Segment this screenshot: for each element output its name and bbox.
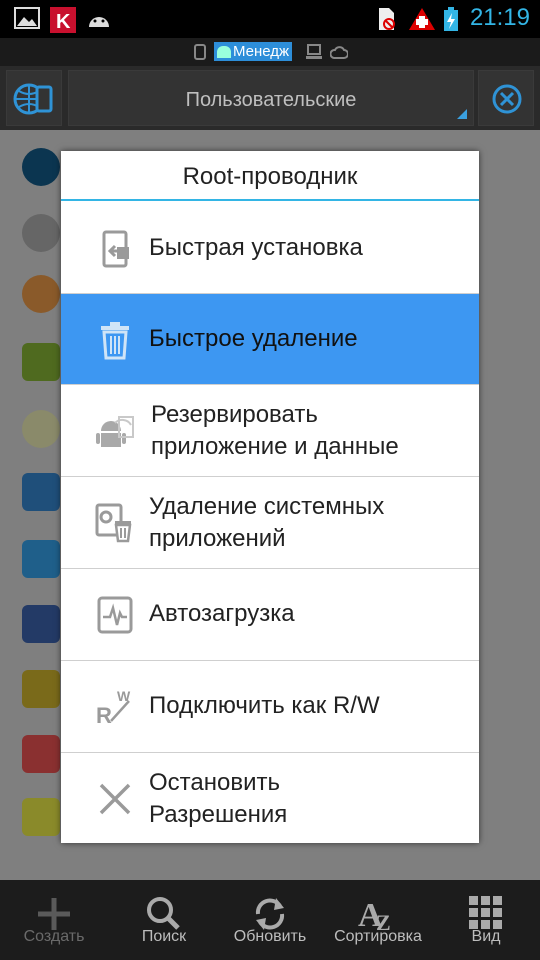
menu-item-line1: Удаление системных — [149, 493, 385, 520]
menu-item-line1: Резервировать — [151, 401, 318, 428]
plus-icon — [38, 898, 70, 930]
menu-item-line2: приложение и данные — [151, 433, 399, 460]
view-button[interactable]: Вид — [440, 880, 532, 960]
refresh-icon — [255, 898, 285, 930]
kaspersky-icon: K — [50, 7, 76, 33]
status-bar: K 21:19 — [0, 0, 540, 38]
cloud-tab-icon[interactable] — [330, 44, 348, 60]
search-label: Поиск — [141, 928, 187, 945]
header-bar: Пользовательские — [0, 66, 540, 130]
app-icon-android[interactable] — [22, 343, 60, 381]
menu-item-line2: Разрешения — [149, 801, 288, 828]
menu-item-system-uninstall[interactable]: Удаление системных приложений — [61, 477, 479, 569]
create-label: Создать — [23, 928, 85, 945]
menu-item-quick-install[interactable]: Быстрая установка — [61, 203, 479, 294]
android-tab-icon — [217, 46, 231, 59]
menu-item-label: Подключить как R/W — [149, 692, 380, 719]
tab-manager[interactable]: Менедж — [214, 42, 293, 61]
phone-tab-icon[interactable] — [194, 44, 206, 60]
menu-item-label: Быстрая установка — [149, 234, 363, 261]
menu-item-label: Автозагрузка — [149, 600, 295, 627]
app-icon-es-explorer[interactable] — [22, 540, 60, 578]
menu-item-line2: приложений — [149, 525, 286, 552]
refresh-label: Обновить — [233, 928, 307, 945]
sort-label: Сортировка — [334, 928, 422, 945]
menu-item-autostart[interactable]: Автозагрузка — [61, 569, 479, 661]
menu-item-backup[interactable]: Резервировать приложение и данные — [61, 385, 479, 477]
view-label: Вид — [471, 928, 501, 945]
app-icon-chrome[interactable] — [22, 275, 60, 313]
location-button[interactable] — [6, 70, 62, 126]
app-icon-clock[interactable] — [22, 214, 60, 252]
svg-text:R: R — [96, 703, 112, 727]
refresh-button[interactable]: Обновить — [224, 880, 316, 960]
grid-view-icon — [469, 896, 502, 929]
menu-item-label: Резервировать приложение и данные — [151, 399, 399, 463]
filter-dropdown[interactable]: Пользовательские — [68, 70, 474, 126]
close-panel-button[interactable] — [478, 70, 534, 126]
android-backup-icon — [96, 416, 134, 447]
install-icon — [102, 230, 129, 268]
computer-tab-icon[interactable] — [306, 44, 322, 60]
create-button[interactable]: Создать — [8, 880, 100, 960]
system-uninstall-icon — [95, 503, 132, 543]
app-icon-notes[interactable] — [22, 798, 60, 836]
gallery-icon — [14, 7, 40, 29]
tab-manager-label: Менедж — [233, 43, 290, 60]
svg-text:K: K — [56, 11, 71, 33]
mount-rw-icon: R W — [96, 688, 131, 727]
app-icon-bulb[interactable] — [22, 410, 60, 448]
menu-item-line1: Остановить — [149, 769, 280, 796]
tab-strip: Менедж — [0, 38, 540, 66]
search-button[interactable]: Поиск — [118, 880, 210, 960]
app-icon-dropbox[interactable] — [22, 473, 60, 511]
clock: 21:19 — [469, 4, 530, 31]
dropdown-corner-icon — [457, 109, 467, 119]
app-icon-voice[interactable] — [22, 148, 60, 186]
menu-item-label: Остановить Разрешения — [149, 767, 287, 831]
app-icon-game[interactable] — [22, 670, 60, 708]
battery-icon — [444, 7, 458, 31]
app-icon-facebook[interactable] — [22, 605, 60, 643]
filter-dropdown-label: Пользовательские — [185, 89, 357, 111]
app-icon-gmail[interactable] — [22, 735, 60, 773]
search-icon — [147, 897, 180, 930]
globe-device-icon — [13, 83, 53, 115]
menu-item-mount-rw[interactable]: R W Подключить как R/W — [61, 661, 479, 753]
menu-item-label: Быстрое удаление — [149, 325, 358, 352]
bottom-toolbar: Создать Поиск Обновить A Z Сортировка Ви… — [0, 880, 540, 960]
svg-text:W: W — [117, 688, 131, 704]
sort-az-icon: A Z — [358, 897, 391, 932]
android-debug-icon — [89, 17, 109, 27]
menu-item-stop-permissions[interactable]: Остановить Разрешения — [61, 753, 479, 843]
sd-card-icon — [379, 8, 395, 30]
menu-item-quick-uninstall[interactable]: Быстрое удаление — [61, 294, 479, 385]
trash-icon — [101, 322, 129, 360]
menu-item-label: Удаление системных приложений — [149, 491, 384, 555]
root-explorer-dialog: Root-проводник Быстрая установка Быстрое… — [61, 151, 479, 843]
close-x-icon — [99, 783, 131, 815]
dialog-title: Root-проводник — [61, 151, 479, 201]
autostart-icon — [97, 596, 133, 634]
close-circle-icon — [492, 84, 522, 114]
sort-button[interactable]: A Z Сортировка — [324, 880, 432, 960]
warning-icon — [409, 8, 435, 30]
